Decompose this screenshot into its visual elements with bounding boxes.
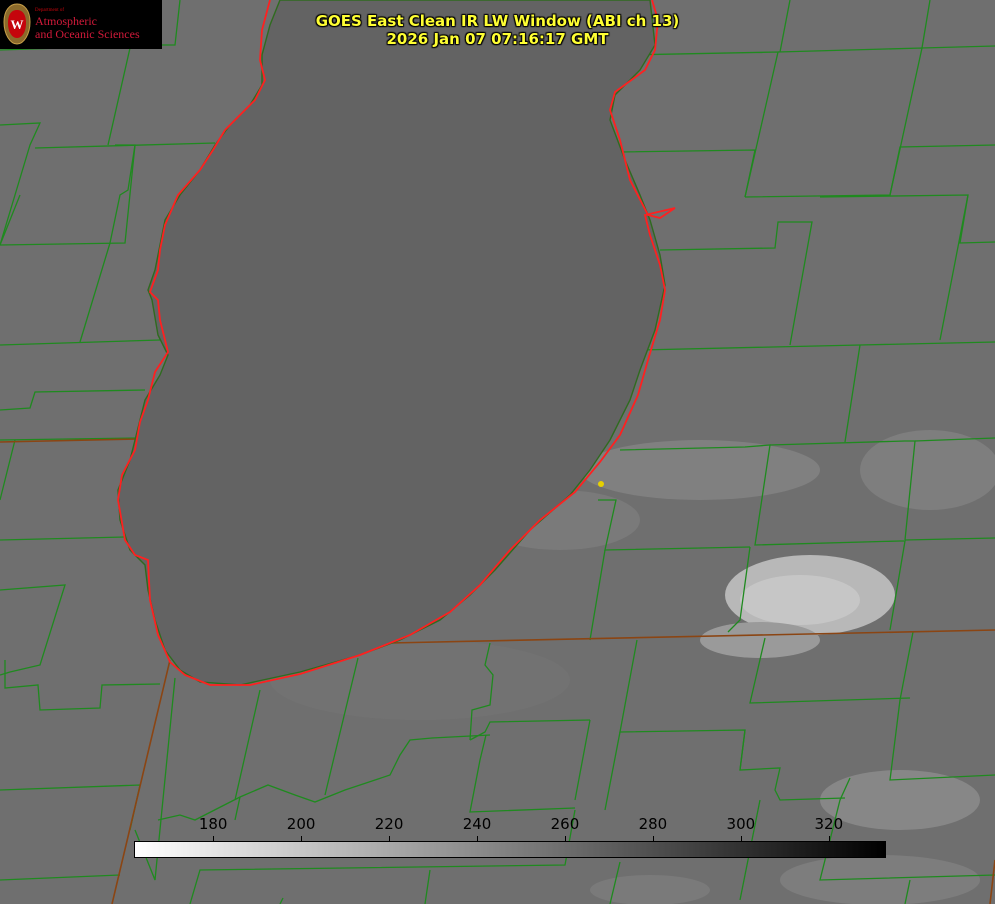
logo-department: Department of — [35, 8, 65, 13]
colorbar-tick-label: 300 — [726, 815, 756, 833]
station-marker — [598, 481, 604, 487]
colorbar-tick-label: 200 — [286, 815, 316, 833]
colorbar-tick — [652, 836, 654, 841]
colorbar-tick — [213, 836, 215, 841]
colorbar-tick-label: 220 — [374, 815, 404, 833]
colorbar-tick — [740, 836, 742, 841]
temperature-colorbar — [134, 841, 886, 858]
uw-aos-logo[interactable]: W Department of Atmospheric and Oceanic … — [0, 0, 162, 49]
colorbar-tick — [389, 836, 391, 841]
colorbar-tick — [477, 836, 479, 841]
image-timestamp: 2026 Jan 07 07:16:17 GMT — [386, 30, 609, 48]
colorbar-tick-label: 260 — [550, 815, 580, 833]
product-title: GOES East Clean IR LW Window (ABI ch 13) — [315, 12, 680, 30]
seal-letter: W — [11, 17, 24, 32]
colorbar-tick — [564, 836, 566, 841]
colorbar-tick — [301, 836, 303, 841]
satellite-map — [0, 0, 995, 904]
colorbar-tick-label: 240 — [462, 815, 492, 833]
uw-seal-icon: W — [3, 3, 31, 45]
colorbar-tick-label: 180 — [198, 815, 228, 833]
colorbar-tick — [828, 836, 830, 841]
colorbar-tick-label: 320 — [814, 815, 844, 833]
colorbar-tick-label: 280 — [638, 815, 668, 833]
logo-name-line2: and Oceanic Sciences — [35, 27, 140, 41]
